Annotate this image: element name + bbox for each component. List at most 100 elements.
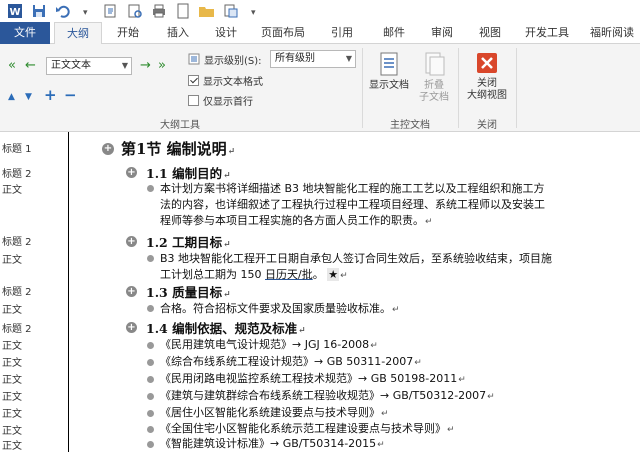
tab-design[interactable]: 设计 bbox=[204, 22, 248, 44]
paragraph-mark: ↵ bbox=[392, 305, 400, 315]
body-line[interactable]: B3 地块智能化工程开工日期自承包人签订合同生效后，至系统验收结束，项目施 bbox=[160, 250, 552, 266]
new-document-icon[interactable] bbox=[172, 1, 194, 21]
show-text-format-checkbox[interactable] bbox=[188, 74, 199, 86]
expand-bullet-icon[interactable]: + bbox=[126, 167, 137, 178]
star-icon: ★ bbox=[327, 268, 340, 281]
tab-references[interactable]: 引用 bbox=[320, 22, 364, 44]
reference-line[interactable]: 《全国住宅小区智能化系统示范工程建设要点与技术导则》↵ bbox=[160, 420, 455, 436]
body-line[interactable]: 本计划方案书将详细描述 B3 地块智能化工程的施工工艺以及工程组织和施工方 bbox=[160, 180, 545, 196]
expand-icon[interactable]: + bbox=[44, 88, 57, 103]
outline-tools-group-label: 大纲工具 bbox=[160, 120, 200, 131]
show-document-label: 显示文档 bbox=[369, 80, 409, 91]
move-down-icon[interactable]: ▼ bbox=[25, 90, 32, 104]
reference-line[interactable]: 《民用闭路电视监控系统工程技术规范》→ GB 50198-2011↵ bbox=[160, 370, 466, 386]
promote-to-heading1-icon[interactable]: « bbox=[8, 59, 16, 73]
close-label-1: 关闭 bbox=[477, 78, 497, 89]
reference-line[interactable]: 《居住小区智能化系统建设要点与技术导则》↵ bbox=[160, 404, 389, 420]
demote-icon[interactable]: → bbox=[140, 59, 151, 73]
style-label: 正文 bbox=[2, 185, 22, 196]
tab-foxit-reader[interactable]: 福昕阅读 bbox=[584, 22, 640, 44]
show-level-label: 显示级别(S): bbox=[188, 51, 262, 67]
show-first-line-option[interactable]: 仅显示首行 bbox=[188, 92, 253, 108]
tab-home[interactable]: 开始 bbox=[106, 22, 150, 44]
close-icon bbox=[477, 53, 497, 73]
reference-line[interactable]: 《民用建筑电气设计规范》→ JGJ 16-2008↵ bbox=[160, 336, 378, 352]
style-label: 正文 bbox=[2, 305, 22, 316]
format-icon[interactable] bbox=[220, 1, 242, 21]
qat-customize-icon[interactable]: ▾ bbox=[244, 1, 266, 21]
redo-icon[interactable]: ▾ bbox=[76, 1, 98, 21]
reference-text: 《全国住宅小区智能化系统示范工程建设要点与技术导则》 bbox=[160, 422, 446, 435]
reference-line[interactable]: 《建筑与建筑群综合布线系统工程验收规范》→ GB/T50312-2007↵ bbox=[160, 387, 495, 403]
body-text: 合格。符合招标文件要求及国家质量验收标准。 bbox=[160, 302, 391, 315]
tab-page-layout[interactable]: 页面布局 bbox=[252, 22, 314, 44]
chevron-down-icon: ▼ bbox=[345, 54, 352, 63]
body-line[interactable]: 法的内容，也详细叙述了工程执行过程中工程项目经理、系统工程师以及安装工 bbox=[160, 196, 545, 212]
heading1-line[interactable]: 第1节 编制说明↵ bbox=[121, 138, 235, 159]
collapse-icon[interactable]: − bbox=[64, 88, 77, 103]
body-line[interactable]: 工计划总工期为 150 日历天/批。 ★ ↵ bbox=[160, 266, 348, 282]
show-level-icon bbox=[188, 53, 200, 65]
reference-line[interactable]: 《综合布线系统工程设计规范》→ GB 50311-2007↵ bbox=[160, 353, 422, 369]
demote-to-body-icon[interactable]: » bbox=[158, 59, 166, 73]
style-label: 正文 bbox=[2, 441, 22, 452]
tab-developer[interactable]: 开发工具 bbox=[518, 22, 576, 44]
show-document-button[interactable]: 显示文档 bbox=[366, 52, 412, 92]
body-text: 。 bbox=[312, 268, 324, 281]
undo-icon[interactable] bbox=[52, 1, 74, 21]
open-icon[interactable] bbox=[100, 1, 122, 21]
tab-mailings[interactable]: 邮件 bbox=[372, 22, 416, 44]
expand-bullet-icon[interactable]: + bbox=[126, 286, 137, 297]
tab-file[interactable]: 文件 bbox=[0, 22, 50, 44]
style-label: 标题 2 bbox=[2, 237, 32, 248]
save-icon[interactable] bbox=[28, 1, 50, 21]
print-preview-icon[interactable] bbox=[124, 1, 146, 21]
collapse-subdocuments-label-1: 折叠 bbox=[424, 80, 444, 91]
tab-outline[interactable]: 大纲 bbox=[54, 22, 102, 45]
heading2-text: 1.1 编制目的 bbox=[146, 166, 223, 181]
show-level-combo[interactable]: 所有级别 ▼ bbox=[270, 50, 356, 68]
body-bullet-icon bbox=[147, 376, 154, 383]
tab-review[interactable]: 审阅 bbox=[420, 22, 464, 44]
style-label: 标题 1 bbox=[2, 144, 32, 155]
tab-insert[interactable]: 插入 bbox=[156, 22, 200, 44]
reference-text: 《民用闭路电视监控系统工程技术规范》→ GB 50198-2011 bbox=[160, 372, 458, 385]
reference-text: 《居住小区智能化系统建设要点与技术导则》 bbox=[160, 406, 380, 419]
expand-bullet-icon[interactable]: + bbox=[102, 143, 114, 155]
promote-icon[interactable]: ← bbox=[25, 59, 36, 73]
reference-line[interactable]: 《智能建筑设计标准》→ GB/T50314-2015↵ bbox=[160, 435, 385, 451]
reference-text: 《智能建筑设计标准》→ GB/T50314-2015 bbox=[160, 437, 377, 450]
quick-access-toolbar: W ▾ ▾ bbox=[0, 0, 640, 22]
show-text-format-option[interactable]: 显示文本格式 bbox=[188, 72, 263, 88]
style-area-divider bbox=[68, 132, 69, 452]
expand-bullet-icon[interactable]: + bbox=[126, 236, 137, 247]
style-label: 正文 bbox=[2, 341, 22, 352]
outline-document: 标题 1 标题 2 正文 标题 2 正文 标题 2 正文 标题 2 正文 正文 … bbox=[0, 132, 640, 452]
show-first-line-checkbox[interactable] bbox=[188, 94, 199, 106]
body-text: 程师等参与本项目工程实施的各方面人员工作的职责。 bbox=[160, 214, 424, 227]
move-up-icon[interactable]: ▲ bbox=[8, 90, 15, 104]
heading2-line[interactable]: 1.2 工期目标↵ bbox=[146, 232, 231, 251]
expand-bullet-icon[interactable]: + bbox=[126, 322, 137, 333]
paragraph-mark: ↵ bbox=[377, 440, 385, 450]
reference-text: 《综合布线系统工程设计规范》→ GB 50311-2007 bbox=[160, 355, 414, 368]
heading2-line[interactable]: 1.4 编制依据、规范及标准↵ bbox=[146, 318, 306, 337]
body-line[interactable]: 程师等参与本项目工程实施的各方面人员工作的职责。↵ bbox=[160, 212, 433, 228]
heading2-line[interactable]: 1.3 质量目标↵ bbox=[146, 282, 231, 301]
ribbon: « ← 正文文本 ▼ → » ▲ ▼ + − 显示级别(S): 所有级别 ▼ 显… bbox=[0, 44, 640, 132]
paragraph-mark: ↵ bbox=[223, 240, 231, 250]
paragraph-mark: ↵ bbox=[223, 290, 231, 300]
body-bullet-icon bbox=[147, 393, 154, 400]
tab-view[interactable]: 视图 bbox=[468, 22, 512, 44]
reference-text: 《建筑与建筑群综合布线系统工程验收规范》→ GB/T50312-2007 bbox=[160, 389, 487, 402]
body-line[interactable]: 合格。符合招标文件要求及国家质量验收标准。↵ bbox=[160, 300, 400, 316]
close-outline-view-button[interactable]: 关闭 大纲视图 bbox=[462, 52, 512, 102]
outline-level-value: 正文文本 bbox=[51, 60, 91, 71]
collapse-subdocuments-button[interactable]: 折叠 子文档 bbox=[414, 52, 454, 104]
folder-icon[interactable] bbox=[196, 1, 218, 21]
print-icon[interactable] bbox=[148, 1, 170, 21]
word-logo-icon[interactable]: W bbox=[4, 1, 26, 21]
body-bullet-icon bbox=[147, 359, 154, 366]
style-label: 正文 bbox=[2, 392, 22, 403]
outline-level-combo[interactable]: 正文文本 ▼ bbox=[46, 57, 132, 75]
